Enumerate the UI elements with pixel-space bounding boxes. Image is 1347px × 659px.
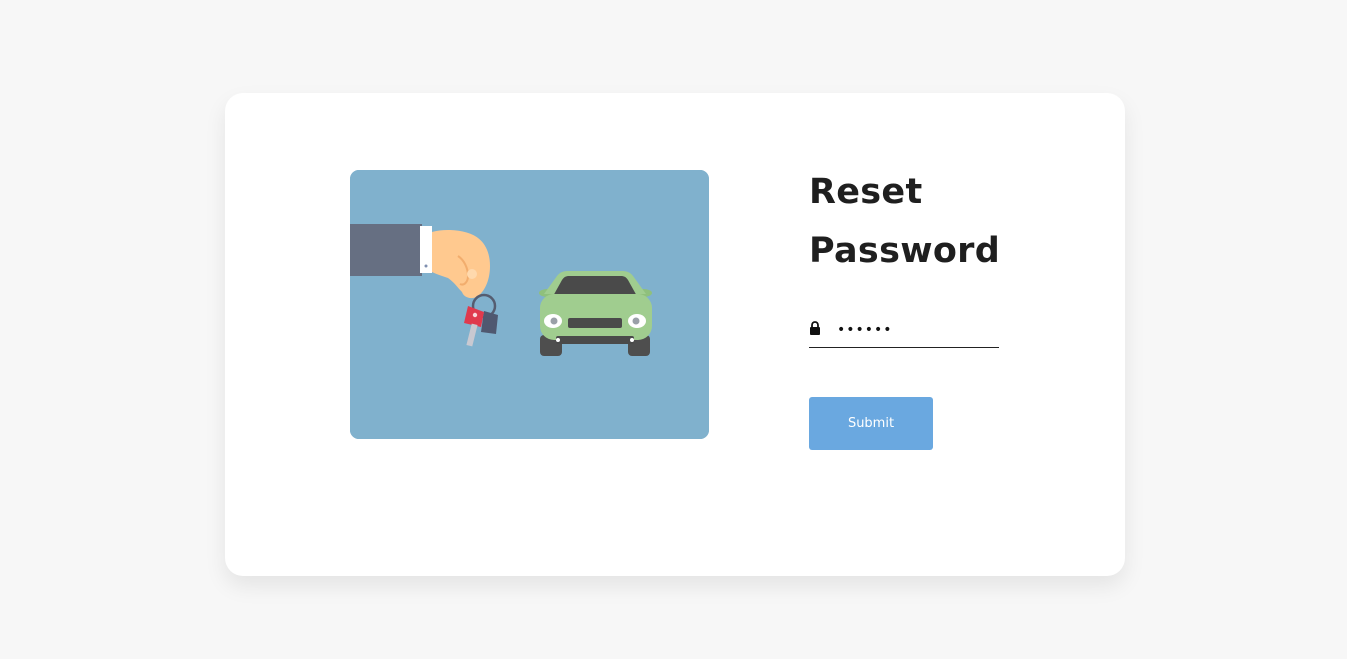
reset-password-card: Reset Password Submit [225,93,1125,576]
submit-button[interactable]: Submit [809,397,933,450]
password-input[interactable] [837,315,997,345]
car-shape [539,271,652,356]
sleeve-shape [350,224,422,276]
page-title: Reset Password [809,163,1069,281]
dark-key-tag [481,311,498,334]
password-field [809,315,999,348]
car-keys-illustration [350,170,709,439]
title-line-1: Reset [809,172,923,212]
lock-icon [809,321,821,335]
title-line-2: Password [809,231,1001,271]
